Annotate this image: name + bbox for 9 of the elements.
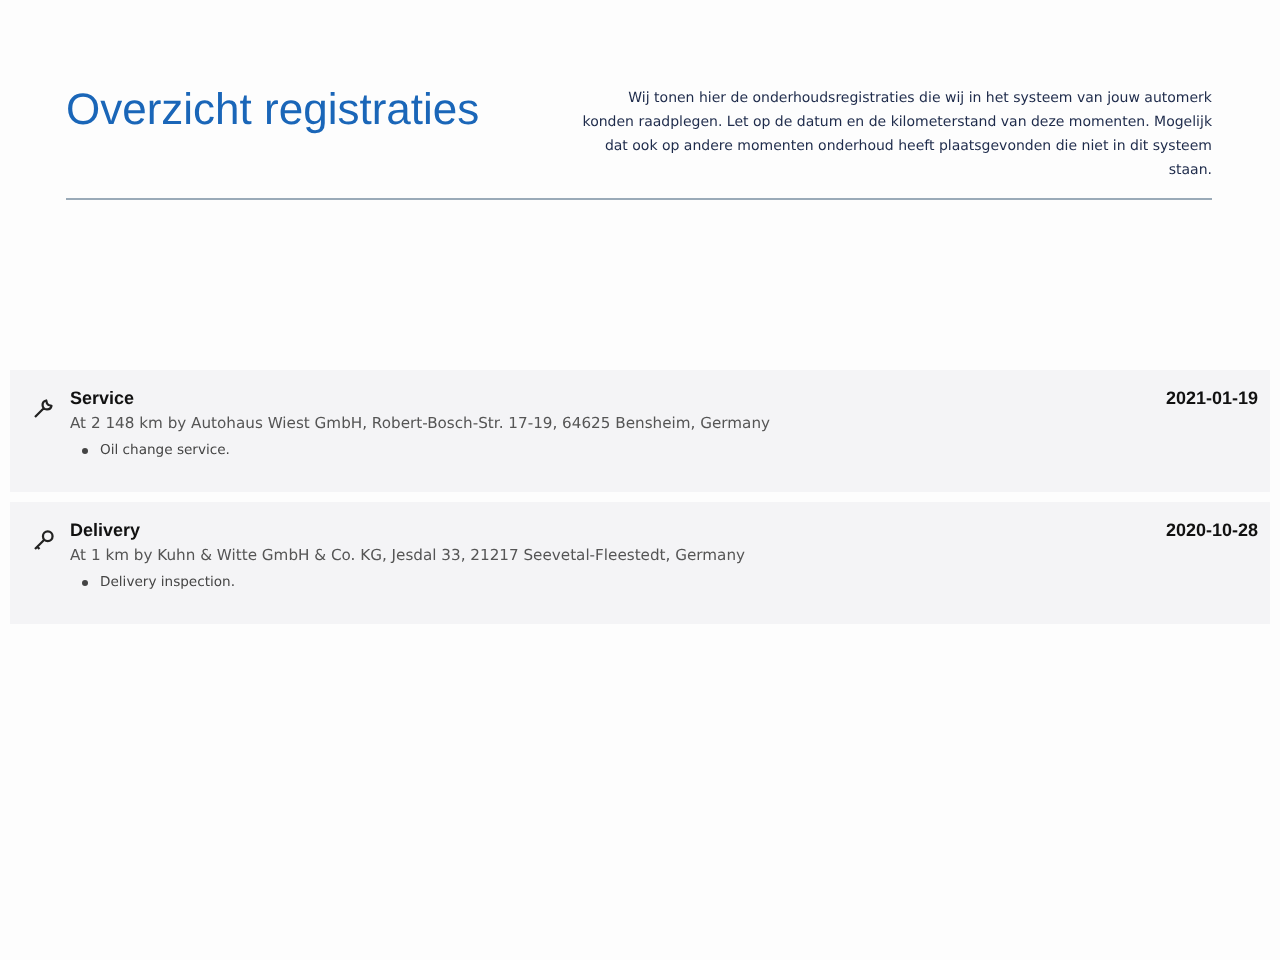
page-title: Overzicht registraties [66,84,480,136]
registration-title: Delivery [70,520,141,540]
bullet-icon [82,447,88,453]
registration-title: Service [70,388,135,408]
registration-date: 2021-01-19 [1165,388,1258,408]
wrench-icon [32,396,56,420]
bullet-icon [82,579,88,585]
key-icon [32,528,56,552]
registration-date: 2020-10-28 [1165,520,1258,540]
